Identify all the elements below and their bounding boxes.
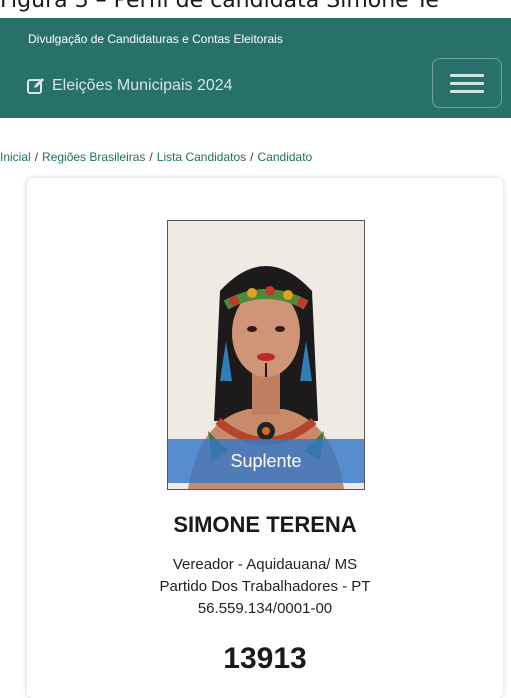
breadcrumb: Inicial / Regiões Brasileiras / Lista Candid…	[0, 150, 313, 164]
candidate-name: SIMONE TERENA	[173, 512, 357, 537]
site-subtitle: Divulgação de Candidaturas e Contas Elei…	[28, 32, 283, 46]
brand-link[interactable]: Eleições Municipais 2024	[26, 74, 233, 98]
breadcrumb-item-inicial[interactable]: Inicial	[0, 150, 31, 164]
edit-icon	[27, 78, 44, 94]
candidate-cnpj: 56.559.134/0001-00	[197, 600, 333, 617]
breadcrumb-item-lista[interactable]: Lista Candidatos	[157, 150, 246, 164]
candidate-card: Suplente SIMONE TERENA Vereador - Aquida…	[27, 178, 503, 698]
candidate-photo: Suplente	[167, 220, 365, 490]
candidate-number: 13913	[223, 642, 307, 675]
menu-toggle-button[interactable]	[432, 58, 502, 108]
menu-icon	[450, 69, 484, 98]
brand-title: Eleições Municipais 2024	[52, 77, 233, 94]
candidate-role: Vereador - Aquidauana/ MS	[172, 556, 358, 573]
figure-caption: Figura 3 – Perfil de candidata Simone Te	[0, 0, 511, 12]
status-badge: Suplente	[168, 439, 364, 483]
breadcrumb-item-regioes[interactable]: Regiões Brasileiras	[42, 150, 145, 164]
top-navbar: Divulgação de Candidaturas e Contas Elei…	[0, 18, 511, 118]
candidate-party: Partido Dos Trabalhadores - PT	[159, 578, 371, 595]
breadcrumb-item-candidato: Candidato	[257, 150, 313, 164]
